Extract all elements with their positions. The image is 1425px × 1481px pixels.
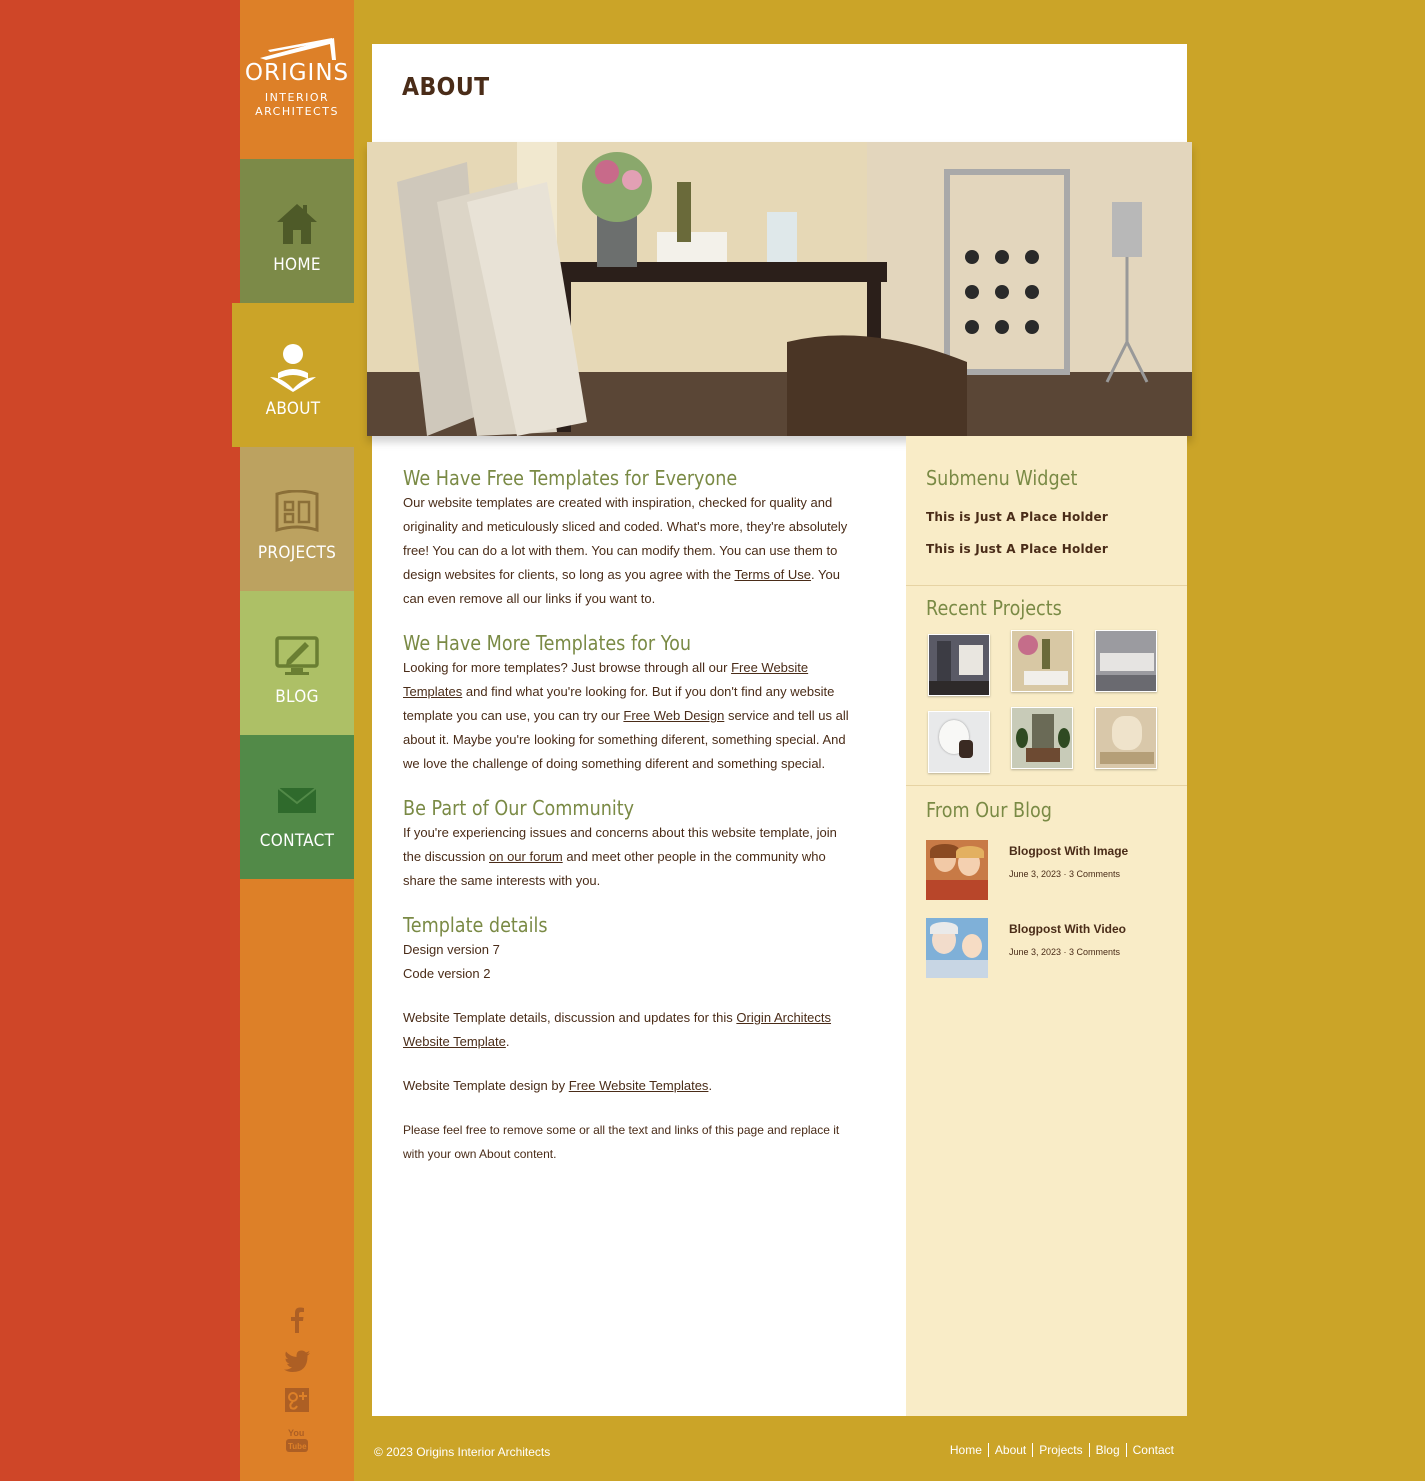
svg-text:Tube: Tube: [288, 1442, 307, 1451]
section-paragraph: Looking for more templates? Just browse …: [403, 660, 849, 771]
blog-post-thumbnail[interactable]: [926, 840, 988, 900]
project-thumbnail[interactable]: [1011, 630, 1073, 692]
footer-link-about[interactable]: About: [987, 1443, 1032, 1457]
recent-projects-title: Recent Projects: [926, 596, 1062, 620]
nav-contact-label: CONTACT: [259, 831, 335, 851]
nav-home-label: HOME: [273, 255, 321, 275]
sidebar: ORIGINS INTERIOR ARCHITECTS HOME ABOUT P…: [232, 0, 354, 1481]
logo-name: ORIGINS: [244, 60, 350, 86]
section-paragraph: Our website templates are created with i…: [403, 495, 848, 606]
widget-divider: [906, 585, 1187, 586]
footer-copyright: © 2023 Origins Interior Architects: [374, 1445, 551, 1459]
logo-roof-icon: [260, 38, 336, 60]
footer-nav: Home About Projects Blog Contact: [944, 1443, 1180, 1457]
nav-about-label: ABOUT: [265, 399, 321, 419]
free-web-design-link[interactable]: Free Web Design: [623, 708, 724, 723]
note-paragraph: Please feel free to remove some or all t…: [403, 1123, 840, 1161]
section-free-templates: We Have Free Templates for Everyone Our …: [403, 466, 853, 611]
nav-about[interactable]: ABOUT: [232, 303, 354, 447]
section-heading: We Have Free Templates for Everyone: [403, 466, 738, 490]
code-version: Code version 2: [403, 966, 491, 981]
blog-widget: From Our Blog: [926, 798, 1069, 822]
blog-widget-title: From Our Blog: [926, 798, 1052, 822]
details-paragraph: Website Template details, discussion and…: [403, 1010, 832, 1049]
blog-post-meta: June 3, 2023 · 3 Comments: [1009, 869, 1121, 879]
forum-link[interactable]: on our forum: [489, 849, 563, 864]
footer-link-blog[interactable]: Blog: [1088, 1443, 1126, 1457]
footer-link-home[interactable]: Home: [944, 1443, 988, 1457]
envelope-icon: [240, 775, 354, 825]
nav-blog[interactable]: BLOG: [240, 591, 354, 735]
blog-post: Blogpost With Image June 3, 2023 · 3 Com…: [926, 840, 1176, 902]
submenu-link[interactable]: This is Just A Place Holder: [926, 542, 1108, 556]
project-thumbnail[interactable]: [1011, 707, 1073, 769]
logo-tagline-2: ARCHITECTS: [255, 105, 339, 118]
blog-post-meta: June 3, 2023 · 3 Comments: [1009, 947, 1121, 957]
project-thumbnail[interactable]: [928, 711, 990, 773]
svg-text:You: You: [288, 1428, 304, 1438]
hero-dining-room-image: [367, 142, 1192, 436]
nav-projects[interactable]: PROJECTS: [240, 447, 354, 591]
main-content: We Have Free Templates for Everyone Our …: [403, 466, 853, 1186]
submenu-link[interactable]: This is Just A Place Holder: [926, 510, 1108, 524]
submenu-widget: Submenu Widget This is Just A Place Hold…: [926, 466, 1108, 556]
widget-divider: [906, 785, 1187, 786]
blog-post: Blogpost With Video June 3, 2023 · 3 Com…: [926, 918, 1176, 980]
nav-home[interactable]: HOME: [240, 159, 354, 303]
blog-post-title[interactable]: Blogpost With Image: [1009, 844, 1128, 858]
section-template-details: Template details Design version 7 Code ve…: [403, 913, 853, 1166]
monitor-pen-icon: [240, 631, 354, 681]
section-more-templates: We Have More Templates for You Looking f…: [403, 631, 853, 776]
blog-post-thumbnail[interactable]: [926, 918, 988, 978]
project-thumbnail[interactable]: [1095, 707, 1157, 769]
submenu-widget-title: Submenu Widget: [926, 466, 1078, 490]
youtube-icon[interactable]: You Tube: [240, 1427, 354, 1453]
design-version: Design version 7: [403, 942, 500, 957]
section-community: Be Part of Our Community If you're exper…: [403, 796, 853, 893]
version-info: Design version 7 Code version 2: [403, 938, 853, 986]
logo[interactable]: ORIGINS INTERIOR ARCHITECTS: [240, 0, 354, 159]
nav-contact[interactable]: CONTACT: [240, 735, 354, 879]
left-background-band: [0, 0, 240, 1481]
project-thumbnail[interactable]: [1095, 630, 1157, 692]
recent-projects-widget: Recent Projects: [926, 596, 1080, 620]
footer-link-contact[interactable]: Contact: [1125, 1443, 1180, 1457]
blog-post-title[interactable]: Blogpost With Video: [1009, 922, 1126, 936]
nav-projects-label: PROJECTS: [257, 543, 337, 563]
right-sidebar: Submenu Widget This is Just A Place Hold…: [906, 436, 1187, 1416]
design-by-link[interactable]: Free Website Templates: [569, 1078, 709, 1093]
house-icon: [240, 199, 354, 249]
logo-tagline-1: INTERIOR: [264, 91, 330, 104]
project-thumbnail[interactable]: [928, 634, 990, 696]
section-heading: We Have More Templates for You: [403, 631, 692, 655]
footer-link-projects[interactable]: Projects: [1032, 1443, 1088, 1457]
terms-of-use-link[interactable]: Terms of Use: [734, 567, 811, 582]
blueprint-icon: [240, 487, 354, 537]
twitter-icon[interactable]: [240, 1350, 354, 1372]
section-heading: Be Part of Our Community: [403, 796, 635, 820]
design-by-paragraph: Website Template design by Free Website …: [403, 1078, 713, 1093]
reader-icon: [232, 343, 354, 393]
nav-blog-label: BLOG: [275, 687, 319, 707]
section-paragraph: If you're experiencing issues and concer…: [403, 825, 837, 888]
section-heading: Template details: [403, 913, 548, 937]
page-title: ABOUT: [402, 72, 490, 101]
page-title-bar: ABOUT: [372, 44, 1187, 142]
facebook-icon[interactable]: [240, 1307, 354, 1333]
google-plus-icon[interactable]: [240, 1388, 354, 1412]
